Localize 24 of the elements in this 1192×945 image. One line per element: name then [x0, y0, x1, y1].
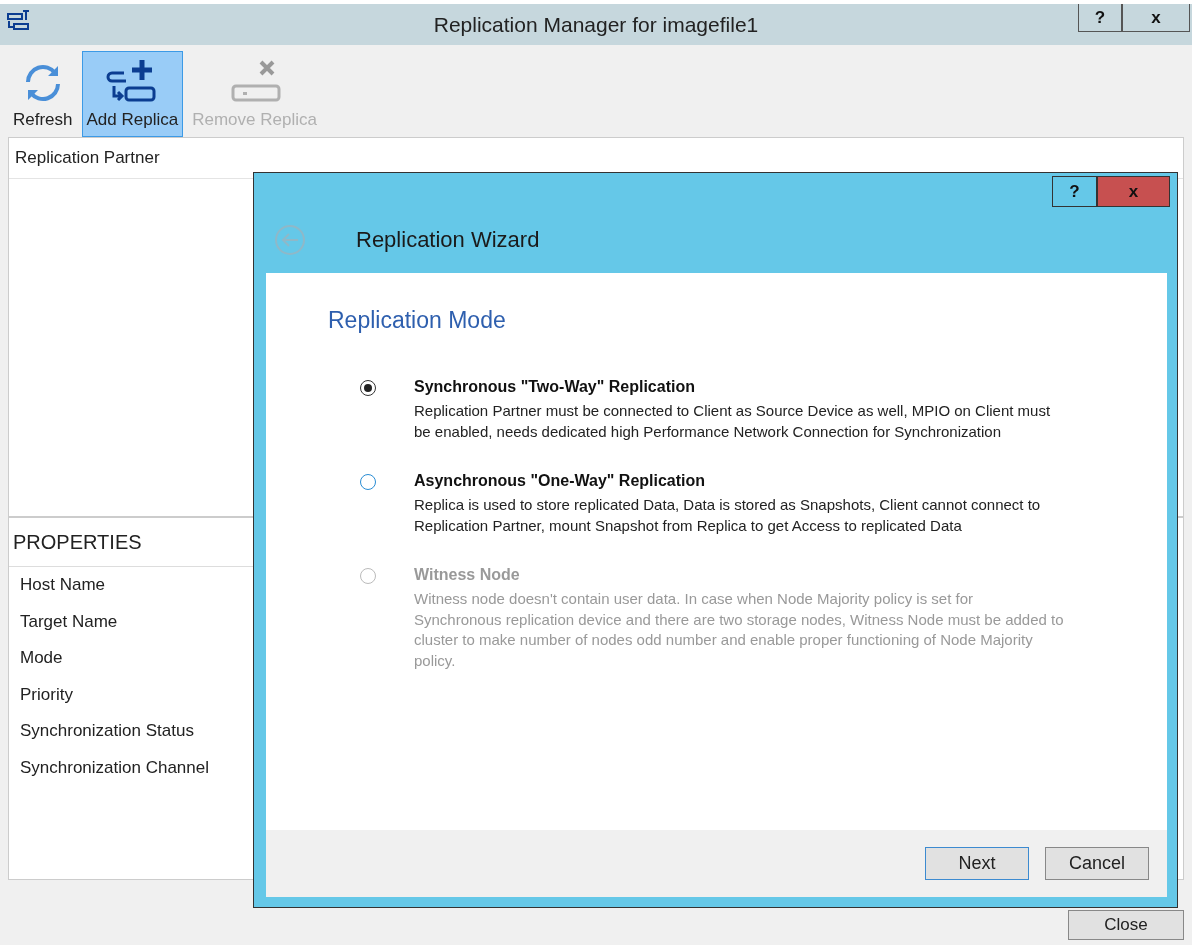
option-title: Witness Node [414, 566, 521, 584]
option-description: Witness node doesn't contain user data. In case when Node Majority policy is set for Synchronous replication device and there are two storage nodes, Witness Node must be added to cluster to make number of nodes odd number and enable proper functioning of Node Majority policy. [414, 589, 1064, 671]
toolbar-button[interactable]: Refresh [8, 51, 78, 137]
page-heading: Replication Mode [328, 307, 507, 334]
dialog-button[interactable]: Next [925, 847, 1029, 880]
dismiss-button[interactable]: x [1122, 4, 1190, 32]
property-label: Mode [20, 647, 63, 670]
option-title: Synchronous "Two-Way" Replication [414, 378, 696, 396]
dismiss-button[interactable]: x [1097, 176, 1170, 207]
option-description: Replica is used to store replicated Data, Data is stored as Snapshots, Client cannot connect to Replication Partner, mount Snapshot from Replica to get Access to replicated Data [414, 495, 1042, 536]
property-label: Synchronization Channel [20, 756, 209, 779]
dialog-title: Replication Wizard [356, 227, 540, 253]
option-title: Asynchronous "One-Way" Replication [414, 472, 707, 490]
option-description: Replication Partner must be connected to Client as Source Device as well, MPIO on Client must be enabled, needs dedicated high Performance Network Connection for Synchronization [414, 401, 1052, 442]
property-label: Priority [20, 683, 73, 706]
help-button[interactable]: ? [1052, 176, 1097, 207]
property-label: Target Name [20, 610, 118, 633]
dialog-button[interactable]: Cancel [1045, 847, 1149, 880]
property-label: Host Name [20, 574, 106, 597]
window-title: Replication Manager for imagefile1 [433, 12, 759, 37]
help-button[interactable]: ? [1078, 4, 1122, 32]
property-label: Synchronization Status [20, 720, 194, 743]
toolbar-button[interactable]: Add Replica [81, 51, 184, 137]
close-button[interactable]: Close [1068, 910, 1184, 940]
